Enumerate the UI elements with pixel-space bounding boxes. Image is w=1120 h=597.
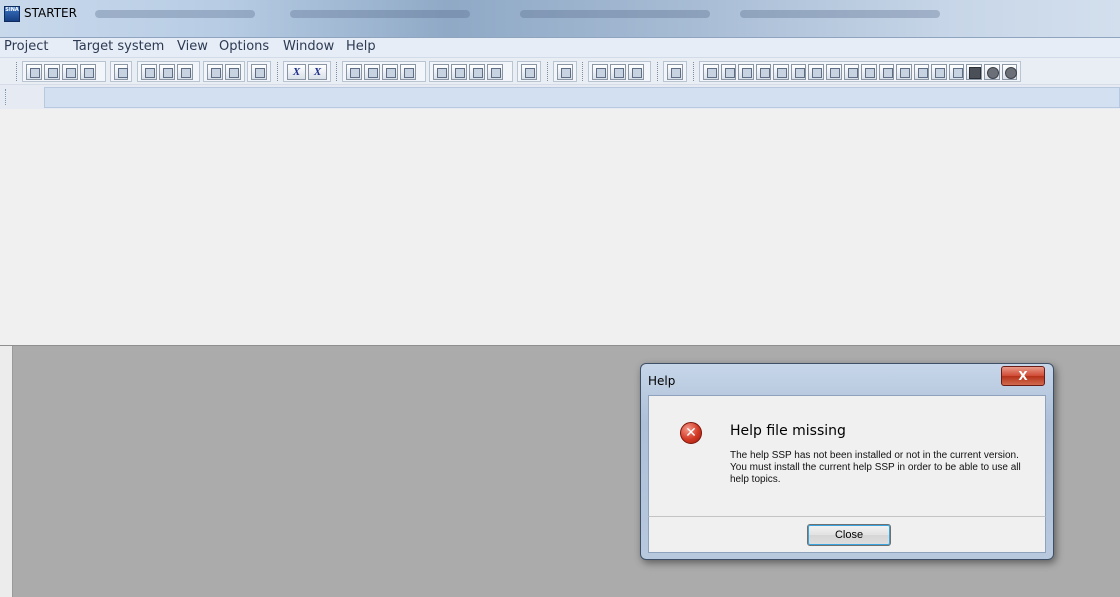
title-blur-3	[520, 10, 710, 18]
connect-icon[interactable]	[346, 63, 362, 80]
stop-square-icon[interactable]	[966, 63, 982, 80]
drive-icon-13[interactable]	[913, 63, 930, 80]
drive-icon-4[interactable]	[755, 63, 772, 80]
layout-3-icon[interactable]	[628, 63, 644, 80]
menu-project[interactable]: Project	[4, 39, 48, 54]
drive-icon-3[interactable]	[738, 63, 754, 80]
save-icon[interactable]	[62, 63, 78, 80]
toolbar-group-xi-xe: X X	[283, 61, 331, 82]
dialog-body: ✕ Help file missing The help SSP has not…	[648, 395, 1046, 516]
toolbar-grip-2[interactable]	[277, 62, 280, 81]
circle-icon-1[interactable]	[984, 63, 1000, 80]
drive-icon-11[interactable]	[878, 63, 895, 80]
network-icon[interactable]	[667, 63, 683, 80]
save-all-icon[interactable]	[80, 63, 96, 80]
cut-icon[interactable]	[141, 63, 157, 80]
title-bar: SINA STARTER	[0, 0, 1120, 38]
accessible-nodes-icon[interactable]	[557, 63, 573, 80]
drive-icon-8[interactable]	[825, 63, 842, 80]
toolbar-group-list	[517, 61, 541, 82]
toolbar-grip-7[interactable]	[693, 62, 696, 81]
compare-icon[interactable]	[400, 63, 416, 80]
toolbar-group-edit	[137, 61, 200, 82]
ram-to-rom-icon[interactable]	[487, 63, 503, 80]
menu-bar: Project Target system View Options Windo…	[0, 38, 1120, 58]
new-icon[interactable]	[26, 63, 42, 80]
circle-icon-2[interactable]	[1001, 63, 1018, 80]
secondary-toolbar-grip[interactable]	[5, 89, 7, 105]
layout-2-icon[interactable]	[610, 63, 626, 80]
drive-icon-7[interactable]	[808, 63, 824, 80]
menu-window[interactable]: Window	[283, 39, 334, 54]
drive-icon-1[interactable]	[703, 63, 719, 80]
toolbar-group-online	[429, 61, 513, 82]
toolbar-grip[interactable]	[16, 62, 19, 81]
drive-icon-5[interactable]	[773, 63, 789, 80]
toolbar-grip-4[interactable]	[547, 62, 550, 81]
toolbar-grip-5[interactable]	[582, 62, 585, 81]
open-icon[interactable]	[44, 63, 60, 80]
xi-button[interactable]: X	[287, 63, 306, 80]
drive-icon-6[interactable]	[790, 63, 807, 80]
menu-options[interactable]: Options	[219, 39, 269, 54]
print-icon[interactable]	[114, 63, 128, 80]
toolbar-grip-6[interactable]	[657, 62, 660, 81]
title-blur-4	[740, 10, 940, 18]
app-icon: SINA	[4, 6, 20, 22]
redo-icon[interactable]	[225, 63, 241, 80]
drive-icon-10[interactable]	[861, 63, 877, 80]
menu-help[interactable]: Help	[346, 39, 376, 54]
undo-icon[interactable]	[207, 63, 223, 80]
xe-button[interactable]: X	[308, 63, 327, 80]
title-blur-2	[290, 10, 470, 18]
dialog-title: Help	[648, 374, 676, 388]
window-title: STARTER	[24, 6, 77, 20]
copy-icon[interactable]	[159, 63, 175, 80]
drive-icon-9[interactable]	[843, 63, 860, 80]
toolbar-group-help	[247, 61, 271, 82]
online-icon[interactable]	[433, 63, 449, 80]
load-cpu-icon[interactable]	[451, 63, 467, 80]
toolbar-grip-3[interactable]	[336, 62, 339, 81]
toolbar-group-undo	[203, 61, 245, 82]
download-icon[interactable]	[364, 63, 380, 80]
drive-icon-14[interactable]	[931, 63, 947, 80]
menu-view[interactable]: View	[177, 39, 208, 54]
help-dialog: Help X ✕ Help file missing The help SSP …	[640, 363, 1054, 560]
toolbar-group-print	[110, 61, 132, 82]
dialog-close-x-button[interactable]: X	[1001, 366, 1045, 386]
toolbar-group-target	[342, 61, 426, 82]
close-button[interactable]: Close	[807, 524, 891, 546]
dialog-heading: Help file missing	[730, 423, 846, 439]
toolbar: X X	[0, 58, 1120, 85]
context-help-icon[interactable]	[251, 63, 267, 80]
toolbar-group-layout	[588, 61, 651, 82]
drive-icon-2[interactable]	[720, 63, 737, 80]
secondary-toolbar	[0, 85, 1120, 109]
toolbar-group-network	[663, 61, 687, 82]
project-workspace	[0, 109, 1120, 346]
drive-icon-12[interactable]	[896, 63, 912, 80]
error-icon: ✕	[680, 422, 702, 444]
list-icon[interactable]	[521, 63, 537, 80]
dialog-message: The help SSP has not been installed or n…	[730, 450, 1021, 485]
toolbar-group-drive	[699, 61, 1021, 82]
drive-icon-15[interactable]	[948, 63, 965, 80]
title-blur-1	[95, 10, 255, 18]
paste-icon[interactable]	[177, 63, 193, 80]
toolbar-group-accessible	[553, 61, 577, 82]
secondary-toolbar-area	[44, 87, 1120, 108]
dialog-footer: Close	[648, 516, 1046, 553]
left-panel-edge	[0, 346, 13, 597]
upload-icon[interactable]	[382, 63, 398, 80]
load-pg-icon[interactable]	[469, 63, 485, 80]
menu-target-system[interactable]: Target system	[73, 39, 164, 54]
toolbar-group-file	[22, 61, 106, 82]
layout-1-icon[interactable]	[592, 63, 608, 80]
